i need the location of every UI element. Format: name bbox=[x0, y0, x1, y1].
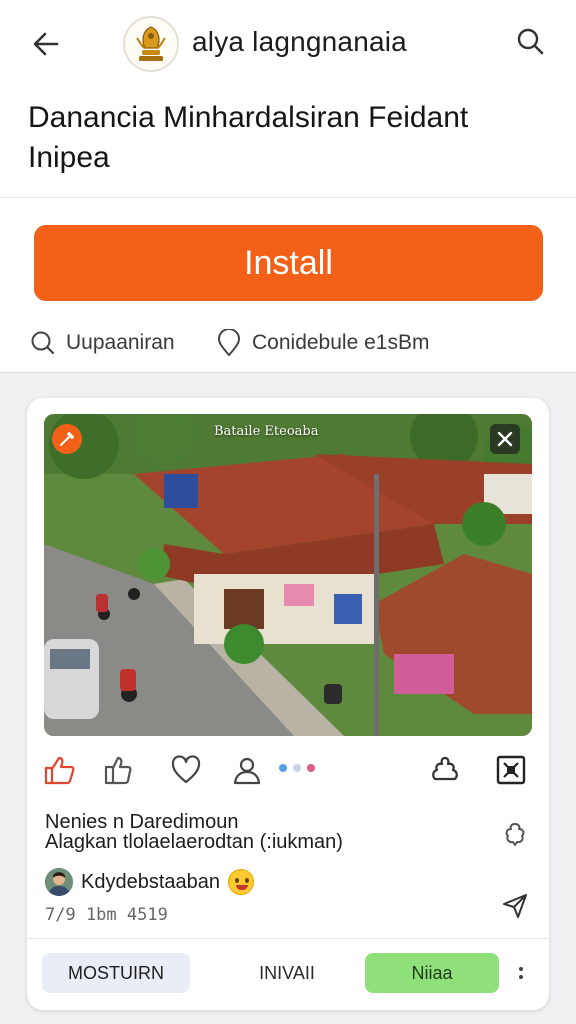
footer-button-a[interactable]: MOSTUIRN bbox=[42, 953, 190, 993]
carousel-dot bbox=[307, 764, 315, 772]
close-button[interactable] bbox=[490, 424, 520, 454]
top-bar: alya lagngnanaia bbox=[0, 0, 576, 88]
share-button[interactable] bbox=[427, 752, 463, 788]
author-name: Kdydebstaaban bbox=[81, 870, 221, 893]
thumbs-up-icon bbox=[104, 756, 132, 785]
post-title-line1: Nenies n Daredimoun bbox=[45, 811, 239, 833]
tag-button[interactable] bbox=[499, 818, 531, 850]
meta-search-label: Uupaaniran bbox=[66, 331, 175, 354]
post-title: Nenies n Daredimoun Alagkan tlolaelaerod… bbox=[45, 812, 485, 852]
post-photo[interactable]: Bataile Eteoaba bbox=[44, 414, 532, 736]
tag-icon bbox=[505, 823, 525, 846]
more-dot bbox=[519, 967, 523, 971]
meta-location-label: Conidebule e1sBm bbox=[252, 331, 430, 354]
install-button[interactable]: Install bbox=[34, 225, 543, 301]
profile-button[interactable] bbox=[229, 752, 265, 788]
photo-caption: Bataile Eteoaba bbox=[214, 424, 319, 439]
tool-icon bbox=[60, 432, 74, 446]
person-avatar-icon bbox=[45, 868, 73, 896]
thumbs-button[interactable] bbox=[101, 752, 137, 788]
profile-icon bbox=[233, 757, 261, 785]
more-options-button[interactable] bbox=[511, 958, 531, 988]
meta-location-item[interactable]: Conidebule e1sBm bbox=[216, 324, 429, 362]
street-scene-image bbox=[44, 414, 532, 736]
carousel-dot bbox=[293, 764, 301, 772]
like-icon bbox=[44, 756, 75, 785]
emblem-logo-icon bbox=[136, 26, 166, 61]
grin-emoji-icon bbox=[228, 869, 255, 895]
expand-button[interactable] bbox=[493, 752, 529, 788]
divider bbox=[0, 197, 576, 198]
meta-search-item[interactable]: Uupaaniran bbox=[30, 324, 175, 362]
close-icon bbox=[497, 431, 513, 447]
footer-button-c[interactable]: Niiaa bbox=[365, 953, 499, 993]
page-title: Danancia Minhardalsiran Feidant Inipea bbox=[28, 101, 469, 174]
send-icon bbox=[503, 894, 527, 918]
send-button[interactable] bbox=[499, 890, 531, 922]
post-card[interactable]: Bataile Eteoaba Nenies n Daredimoun Alag… bbox=[27, 398, 549, 1010]
post-actions bbox=[27, 748, 549, 792]
location-pin-icon bbox=[217, 329, 241, 357]
back-button[interactable] bbox=[24, 22, 68, 66]
avatar bbox=[45, 868, 73, 896]
post-author[interactable]: Kdydebstaaban bbox=[45, 866, 255, 898]
app-name: alya lagngnanaia bbox=[192, 26, 407, 57]
post-timestamp: 7/9 1bm 4519 bbox=[45, 905, 168, 925]
footer-button-b[interactable]: INIVAII bbox=[227, 953, 347, 993]
more-dot bbox=[519, 975, 523, 979]
divider bbox=[27, 938, 549, 939]
share-icon bbox=[432, 756, 458, 781]
meta-row: Uupaaniran Conidebule e1sBm bbox=[0, 324, 576, 362]
post-title-line2: Alagkan tlolaelaerodtan (:iukman) bbox=[45, 831, 343, 853]
search-icon bbox=[31, 331, 55, 355]
category-badge[interactable] bbox=[52, 424, 82, 454]
search-button[interactable] bbox=[508, 20, 552, 64]
like-button[interactable] bbox=[41, 752, 77, 788]
favorite-button[interactable] bbox=[168, 752, 204, 788]
expand-icon bbox=[496, 755, 526, 785]
heart-icon bbox=[171, 755, 201, 784]
carousel-dot bbox=[279, 764, 287, 772]
app-logo bbox=[123, 16, 179, 72]
search-icon bbox=[517, 28, 544, 55]
arrow-left-icon bbox=[33, 32, 59, 56]
carousel-dots bbox=[279, 764, 315, 772]
